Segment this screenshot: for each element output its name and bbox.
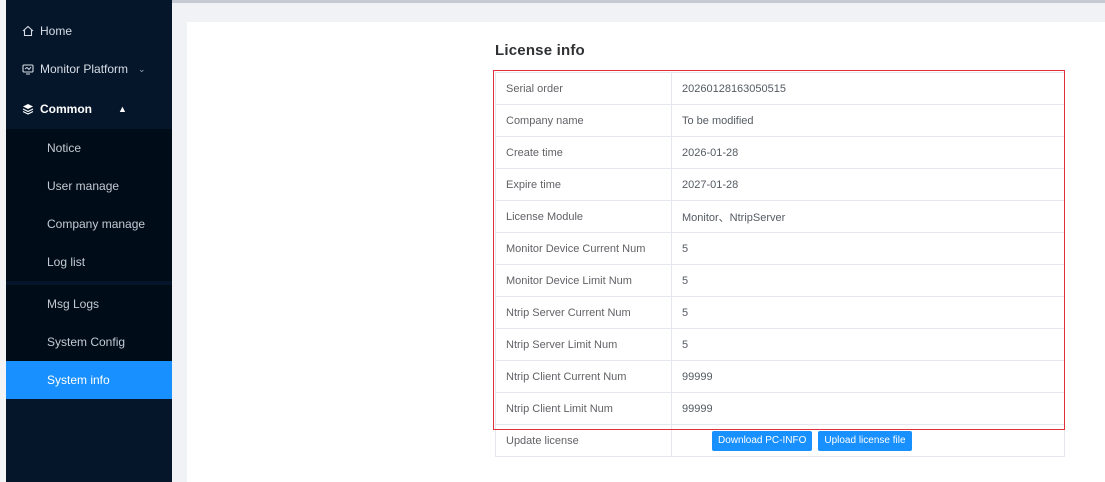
row-key: Ntrip Server Limit Num bbox=[495, 328, 672, 361]
row-value: 2026-01-28 bbox=[671, 136, 1065, 169]
sidebar-item-system-config[interactable]: System Config bbox=[6, 323, 172, 361]
table-row: Company name To be modified bbox=[495, 104, 1065, 137]
row-key: Ntrip Server Current Num bbox=[495, 296, 672, 329]
table-row: License Module Monitor、NtripServer bbox=[495, 200, 1065, 233]
row-key: Monitor Device Current Num bbox=[495, 232, 672, 265]
sidebar-item-label: Monitor Platform bbox=[40, 62, 129, 76]
layers-icon bbox=[22, 103, 34, 115]
row-value: 20260128163050515 bbox=[671, 72, 1065, 105]
sidebar-item-home[interactable]: Home bbox=[6, 12, 172, 50]
sidebar-item-user-manage[interactable]: User manage bbox=[6, 167, 172, 205]
row-value: 2027-01-28 bbox=[671, 168, 1065, 201]
row-value: 5 bbox=[671, 264, 1065, 297]
update-license-label: Update license bbox=[495, 424, 672, 457]
sidebar-item-company-manage[interactable]: Company manage bbox=[6, 205, 172, 243]
update-license-actions: Download PC-INFO Upload license file bbox=[671, 424, 1065, 457]
table-row: Create time 2026-01-28 bbox=[495, 136, 1065, 169]
row-key: Create time bbox=[495, 136, 672, 169]
row-value: 99999 bbox=[671, 360, 1065, 393]
sidebar-filler bbox=[6, 399, 172, 482]
row-value: 5 bbox=[671, 296, 1065, 329]
row-key: License Module bbox=[495, 200, 672, 233]
update-license-row: Update license Download PC-INFO Upload li… bbox=[495, 424, 1065, 457]
sidebar-item-label: System Config bbox=[47, 335, 126, 349]
sidebar-item-system-info[interactable]: System info bbox=[6, 361, 172, 399]
row-value: Monitor、NtripServer bbox=[671, 200, 1065, 233]
row-key: Serial order bbox=[495, 72, 672, 105]
row-key: Ntrip Client Limit Num bbox=[495, 392, 672, 425]
app-window: Home Monitor Platform ⌄ Common ▲ Notice … bbox=[0, 0, 1105, 482]
sidebar-item-label: Home bbox=[40, 24, 73, 38]
monitor-icon bbox=[22, 63, 34, 75]
sidebar-item-monitor-platform[interactable]: Monitor Platform ⌄ bbox=[6, 50, 172, 88]
row-key: Expire time bbox=[495, 168, 672, 201]
upload-license-file-button[interactable]: Upload license file bbox=[818, 430, 912, 451]
sidebar-item-label: Company manage bbox=[47, 217, 146, 231]
chevron-up-icon: ▲ bbox=[118, 104, 127, 114]
row-key: Company name bbox=[495, 104, 672, 137]
sidebar-item-label: Common bbox=[40, 102, 92, 116]
row-value: 5 bbox=[671, 232, 1065, 265]
license-info-table: Serial order 20260128163050515 Company nam… bbox=[495, 72, 1065, 457]
row-value: 99999 bbox=[671, 392, 1065, 425]
table-row: Ntrip Server Current Num 5 bbox=[495, 296, 1065, 329]
sidebar-item-label: Log list bbox=[47, 255, 86, 269]
sidebar-item-label: Msg Logs bbox=[47, 297, 100, 311]
table-row: Expire time 2027-01-28 bbox=[495, 168, 1065, 201]
sidebar-item-label: System info bbox=[47, 373, 110, 387]
page-title: License info bbox=[495, 42, 585, 59]
table-row: Ntrip Server Limit Num 5 bbox=[495, 328, 1065, 361]
sidebar-item-label: Notice bbox=[47, 141, 82, 155]
chevron-down-icon: ⌄ bbox=[138, 63, 146, 74]
row-value: To be modified bbox=[671, 104, 1065, 137]
header-divider bbox=[172, 0, 1105, 3]
table-row: Ntrip Client Limit Num 99999 bbox=[495, 392, 1065, 425]
sidebar-item-notice[interactable]: Notice bbox=[6, 129, 172, 167]
sidebar-item-label: User manage bbox=[47, 179, 120, 193]
table-row: Ntrip Client Current Num 99999 bbox=[495, 360, 1065, 393]
sidebar: Home Monitor Platform ⌄ Common ▲ Notice … bbox=[6, 0, 172, 482]
table-row: Monitor Device Current Num 5 bbox=[495, 232, 1065, 265]
sidebar-item-common[interactable]: Common ▲ bbox=[6, 90, 172, 128]
table-row: Monitor Device Limit Num 5 bbox=[495, 264, 1065, 297]
row-key: Ntrip Client Current Num bbox=[495, 360, 672, 393]
table-row: Serial order 20260128163050515 bbox=[495, 72, 1065, 105]
sidebar-item-log-list[interactable]: Log list bbox=[6, 243, 172, 281]
row-key: Monitor Device Limit Num bbox=[495, 264, 672, 297]
sidebar-item-msg-logs[interactable]: Msg Logs bbox=[6, 285, 172, 323]
home-icon bbox=[22, 25, 34, 37]
download-pc-info-button[interactable]: Download PC-INFO bbox=[712, 430, 813, 451]
row-value: 5 bbox=[671, 328, 1065, 361]
